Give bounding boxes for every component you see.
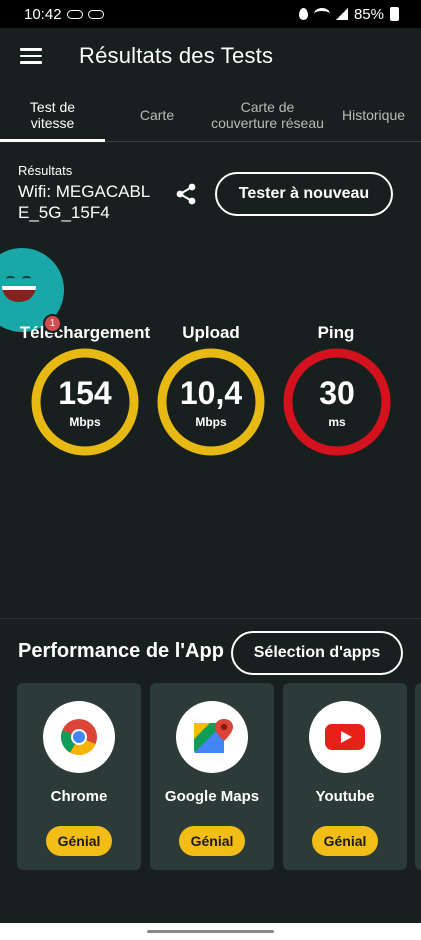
app-name: Google Maps — [164, 788, 260, 805]
signal-icon — [335, 8, 348, 20]
retest-button[interactable]: Tester à nouveau — [215, 172, 393, 216]
download-value: 154 — [58, 375, 112, 411]
ping-label: Ping — [317, 323, 355, 342]
hamburger-menu-icon[interactable] — [20, 48, 42, 64]
app-rating-badge: Génial — [46, 826, 112, 856]
tab-bar: Test de vitesse Carte Carte de couverture … — [0, 88, 421, 142]
download-unit: Mbps — [69, 415, 101, 429]
app-name: Chrome — [50, 788, 108, 805]
app-bar: Résultats des Tests — [0, 28, 421, 84]
location-icon — [298, 8, 308, 20]
upload-gauge: 10,4 Mbps — [156, 347, 266, 457]
system-navigation-bar — [0, 923, 421, 940]
notification-badge: 1 — [43, 314, 62, 333]
status-time: 10:42 — [24, 5, 62, 23]
share-icon[interactable] — [175, 182, 197, 206]
ping-gauge: 30 ms — [282, 347, 392, 457]
upload-unit: Mbps — [195, 415, 227, 429]
download-gauge: 154 Mbps — [30, 347, 140, 457]
tab-label: Historique — [341, 106, 406, 123]
battery-percent: 85% — [353, 5, 384, 23]
tab-map[interactable]: Carte — [105, 88, 209, 141]
status-icons: 85% — [298, 5, 399, 23]
wifi-icon — [313, 8, 330, 20]
app-name: Youtube — [315, 788, 375, 805]
section-divider — [0, 618, 421, 619]
screen: 10:42 85% Résultats des Tests Test de vit… — [0, 0, 421, 940]
download-label: Téléchargement — [19, 323, 151, 342]
cloud-icon — [66, 9, 83, 19]
tab-coverage-map[interactable]: Carte de couverture réseau — [209, 88, 326, 141]
ping-unit: ms — [328, 415, 346, 429]
ping-value: 30 — [319, 375, 355, 411]
select-apps-button[interactable]: Sélection d'apps — [231, 631, 403, 675]
app-rating-badge: Génial — [179, 826, 245, 856]
mascot-mouth — [2, 286, 36, 302]
app-card-google-maps[interactable]: Google Maps Génial — [150, 683, 274, 870]
youtube-icon — [309, 701, 381, 773]
tab-label: Test de vitesse — [29, 98, 76, 131]
home-gesture-handle[interactable] — [147, 930, 274, 933]
tab-label: Carte — [139, 106, 175, 123]
upload-label: Upload — [182, 323, 240, 342]
upload-value: 10,4 — [179, 375, 243, 411]
page-title: Résultats des Tests — [79, 43, 274, 68]
network-name: Wifi: MEGACABLE_5G_15F4 — [18, 182, 151, 222]
app-card-partial[interactable] — [415, 683, 421, 870]
google-maps-icon — [176, 701, 248, 773]
cloud-icon — [87, 9, 104, 19]
tab-speed-test[interactable]: Test de vitesse — [0, 88, 105, 142]
status-bar: 10:42 85% — [0, 0, 421, 28]
mascot-eye — [6, 276, 15, 281]
app-card-youtube[interactable]: Youtube Génial — [283, 683, 407, 870]
mascot-eye — [22, 276, 31, 281]
battery-icon — [390, 7, 399, 21]
performance-title: Performance de l'App — [18, 640, 224, 662]
chrome-icon — [43, 701, 115, 773]
tab-label: Carte de couverture réseau — [211, 98, 324, 131]
results-label: Résultats — [18, 163, 73, 178]
app-card-chrome[interactable]: Chrome Génial — [17, 683, 141, 870]
app-rating-badge: Génial — [312, 826, 378, 856]
tab-history[interactable]: Historique — [326, 88, 421, 141]
